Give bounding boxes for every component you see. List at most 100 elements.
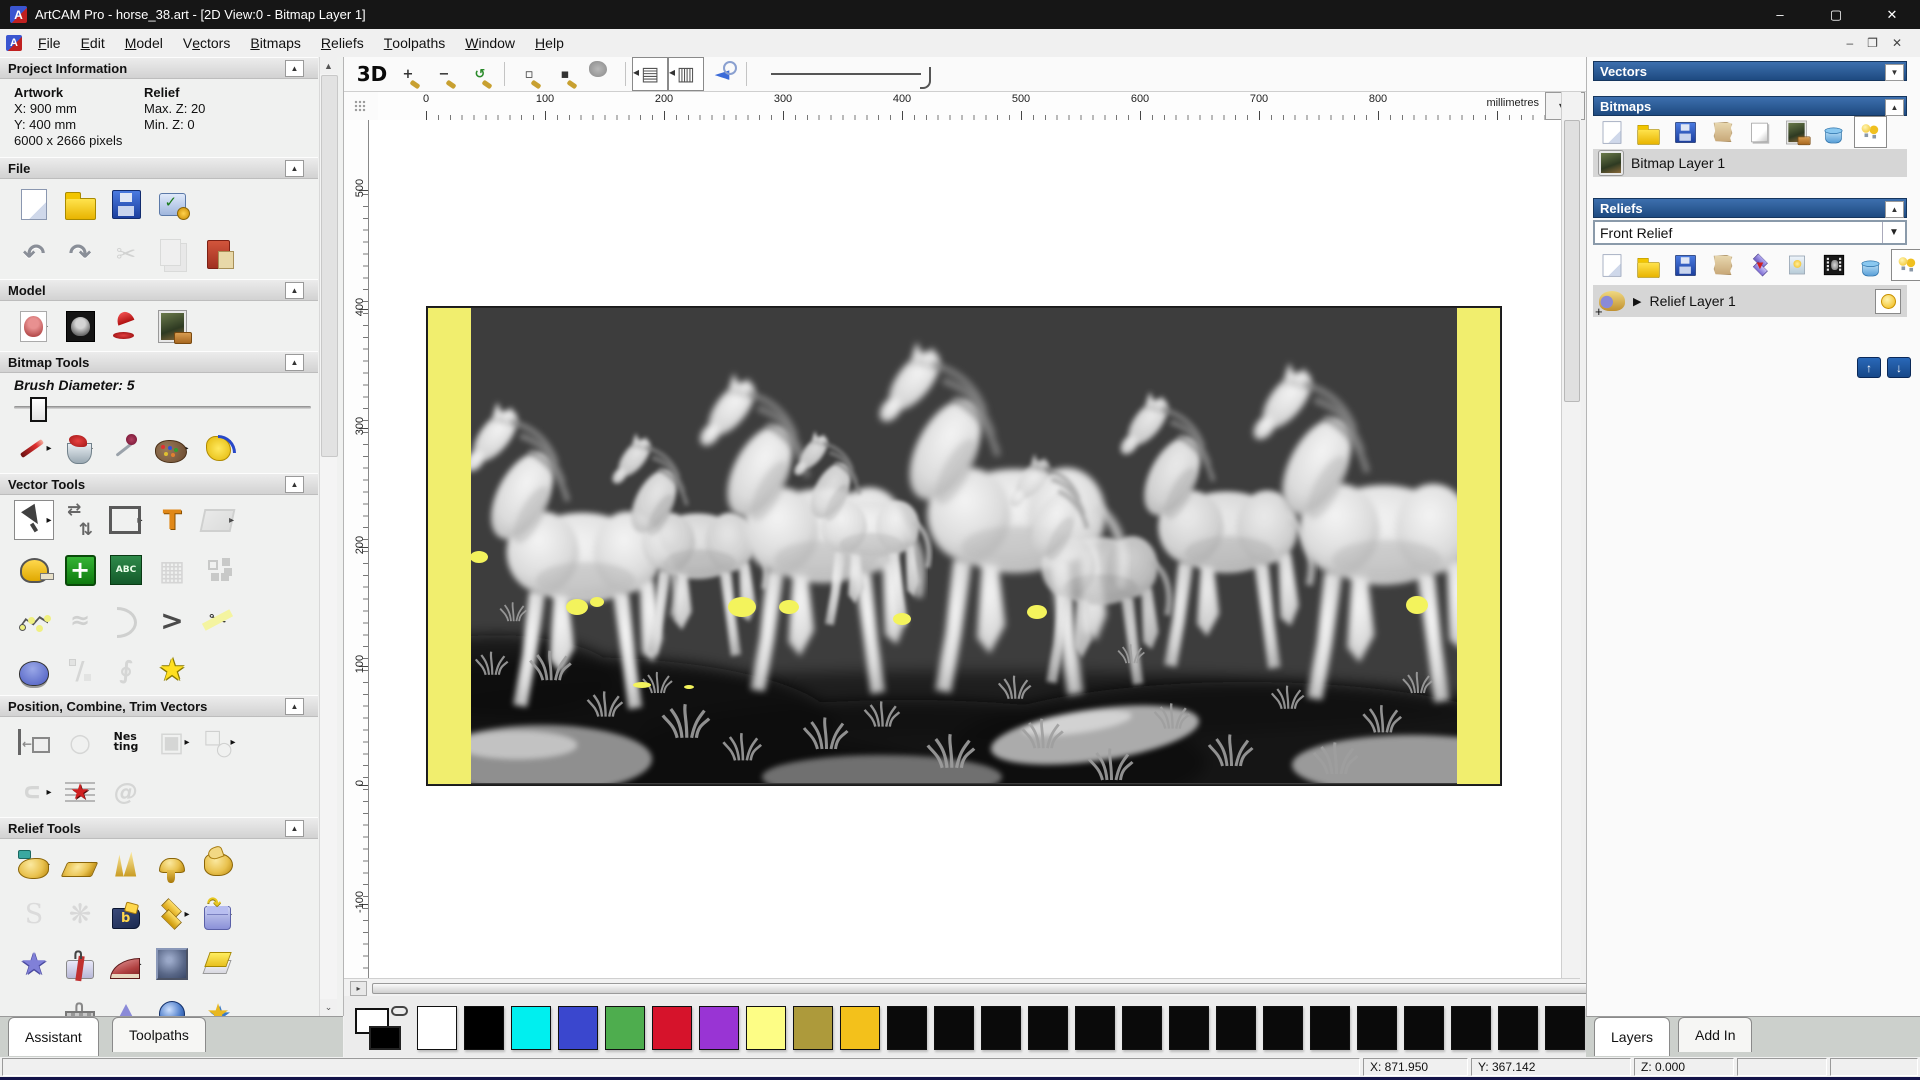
merge-bitmap-layers-button[interactable] — [1706, 116, 1739, 148]
colour-swatch-10[interactable] — [887, 1006, 927, 1050]
model-properties-button[interactable] — [152, 184, 192, 224]
zoom-in-button[interactable]: + — [390, 57, 426, 91]
open-model-button[interactable] — [60, 184, 100, 224]
vertical-ruler[interactable]: 500 400 300 200 100 0 -100 — [344, 120, 369, 978]
collapse-button[interactable]: ▲ — [285, 476, 304, 493]
select-vectors-button[interactable]: ▸ — [14, 500, 54, 540]
section-header-position-combine-trim-vectors[interactable]: Position, Combine, Trim Vectors ▲ — [0, 695, 318, 717]
colour-swatch-1[interactable] — [464, 1006, 504, 1050]
create-spiral-button[interactable]: @ — [106, 772, 146, 812]
slider-thumb[interactable] — [30, 397, 47, 422]
fit-vectors-to-curves-button[interactable]: ★ — [60, 772, 100, 812]
envelope-distortion-button[interactable]: ▸ — [198, 500, 238, 540]
texture-star-button[interactable]: ★ — [14, 944, 54, 984]
menu-model[interactable]: Model — [115, 29, 173, 57]
paste-button[interactable] — [198, 234, 238, 274]
expand-arrow-icon[interactable]: ▶ — [1633, 295, 1641, 308]
vectors-section-header[interactable]: Vectors ▼ — [1593, 61, 1907, 81]
transform-vectors-button[interactable] — [60, 500, 100, 540]
collapse-icon[interactable]: ▲ — [1885, 99, 1904, 116]
colour-swatch-5[interactable] — [652, 1006, 692, 1050]
section-header-model[interactable]: Model ▲ — [0, 279, 318, 301]
copy-button[interactable] — [152, 234, 192, 274]
colour-swatch-0[interactable] — [417, 1006, 457, 1050]
colour-swatch-19[interactable] — [1310, 1006, 1350, 1050]
colour-swatch-2[interactable] — [511, 1006, 551, 1050]
mdi-minimize-button[interactable]: – — [1846, 36, 1853, 50]
canvas-viewport[interactable] — [369, 120, 1561, 978]
create-arc-button[interactable] — [106, 600, 146, 640]
zoom-box-button[interactable]: ▫ — [511, 57, 547, 91]
colour-swatch-12[interactable] — [981, 1006, 1021, 1050]
delete-relief-layer-button[interactable] — [1854, 249, 1887, 281]
menu-vectors[interactable]: Ve ctors — [173, 29, 240, 57]
save-relief-layer-button[interactable] — [1669, 249, 1702, 281]
bitmap-to-vector-button[interactable] — [1780, 116, 1813, 148]
colour-swatch-6[interactable] — [699, 1006, 739, 1050]
merge-relief-layers-button[interactable] — [1706, 249, 1739, 281]
section-header-vector-tools[interactable]: Vector Tools ▲ — [0, 473, 318, 495]
fillet-bevel-button[interactable]: > — [152, 600, 192, 640]
nesting-button[interactable]: Nes ting — [106, 722, 146, 762]
colour-palette-button[interactable]: ▸ — [152, 428, 192, 468]
create-text-button[interactable]: T — [152, 500, 192, 540]
collapse-button[interactable]: ▲ — [285, 354, 304, 371]
colour-swatch-8[interactable] — [793, 1006, 833, 1050]
vector-doctor-button[interactable] — [14, 650, 54, 690]
primary-secondary-colour-indicator[interactable] — [355, 1006, 417, 1052]
snap-guides-toggle-button[interactable]: ▥ — [668, 57, 704, 91]
wrap-relief-button[interactable] — [60, 944, 100, 984]
menu-window[interactable]: Window — [455, 29, 525, 57]
undo-button[interactable]: ↶ — [14, 234, 54, 274]
menu-edit[interactable]: Edit — [71, 29, 115, 57]
scroll-right-icon[interactable]: ▸ — [350, 981, 367, 996]
zoom-previous-button[interactable]: ↺ — [462, 57, 498, 91]
colour-swatch-23[interactable] — [1498, 1006, 1538, 1050]
collapse-icon[interactable]: ▲ — [1885, 201, 1904, 218]
horizontal-ruler[interactable]: 0 100 200 300 400 500 600 700 800 millimetres — [378, 92, 1545, 121]
snap-grid-toggle-button[interactable]: ▤ — [632, 57, 668, 91]
brush-diameter-slider[interactable] — [14, 395, 331, 422]
move-layer-down-button[interactable]: ↓ — [1887, 357, 1911, 378]
lighting-setup-button[interactable] — [106, 306, 146, 346]
distort-grid-button[interactable]: ▦ — [152, 550, 192, 590]
cut-button[interactable]: ✂ — [106, 234, 146, 274]
colour-swatch-4[interactable] — [605, 1006, 645, 1050]
new-relief-layer-button[interactable] — [1595, 249, 1628, 281]
view-slider[interactable] — [771, 67, 931, 89]
panel-scrollbar[interactable]: ▲ ⌄ — [319, 57, 338, 1016]
text-tools-button[interactable]: ABC — [106, 550, 146, 590]
toggle-all-bitmap-visibility-button[interactable] — [1854, 116, 1887, 148]
spin-tool-button[interactable] — [152, 994, 192, 1016]
zoom-extents-button[interactable] — [583, 57, 619, 91]
colour-swatch-15[interactable] — [1122, 1006, 1162, 1050]
two-rail-sweep-button[interactable] — [198, 844, 238, 884]
align-vectors-button[interactable]: ▸ — [14, 722, 54, 762]
flood-fill-button[interactable]: ▸ — [60, 428, 100, 468]
greyscale-from-relief-button[interactable] — [1817, 249, 1850, 281]
colour-swatch-22[interactable] — [1451, 1006, 1491, 1050]
menu-toolpaths[interactable]: Toolpaths — [374, 29, 456, 57]
move-layer-up-button[interactable]: ↑ — [1857, 357, 1881, 378]
face-wizard-button[interactable] — [106, 894, 146, 934]
create-shape-button[interactable]: + — [60, 550, 100, 590]
transfer-relief-button[interactable]: ▼ — [1743, 249, 1776, 281]
bitmaps-section-header[interactable]: Bitmaps ▲ — [1593, 96, 1907, 116]
tab-assistant[interactable]: Assistant — [8, 1017, 99, 1056]
save-bitmap-layer-button[interactable] — [1669, 116, 1702, 148]
tab-toolpaths[interactable]: Toolpaths — [112, 1017, 206, 1052]
scroll-down-icon[interactable]: ⌄ — [320, 999, 337, 1016]
open-bitmap-layer-button[interactable] — [1632, 116, 1665, 148]
horizontal-scrollbar[interactable]: ▸ — [344, 978, 1864, 997]
collapse-button[interactable]: ▲ — [285, 60, 304, 77]
colour-swatch-21[interactable] — [1404, 1006, 1444, 1050]
menu-file[interactable]: File — [28, 29, 71, 57]
weave-wizard-button[interactable]: ❋ — [60, 894, 100, 934]
colour-swatch-3[interactable] — [558, 1006, 598, 1050]
collapse-button[interactable]: ▲ — [285, 820, 304, 837]
create-rectangle-button[interactable]: ▸ — [106, 500, 146, 540]
colour-swatch-7[interactable] — [746, 1006, 786, 1050]
basket-weave-button[interactable] — [60, 994, 100, 1016]
menu-reliefs[interactable]: Reliefs — [311, 29, 374, 57]
colour-swatch-16[interactable] — [1169, 1006, 1209, 1050]
